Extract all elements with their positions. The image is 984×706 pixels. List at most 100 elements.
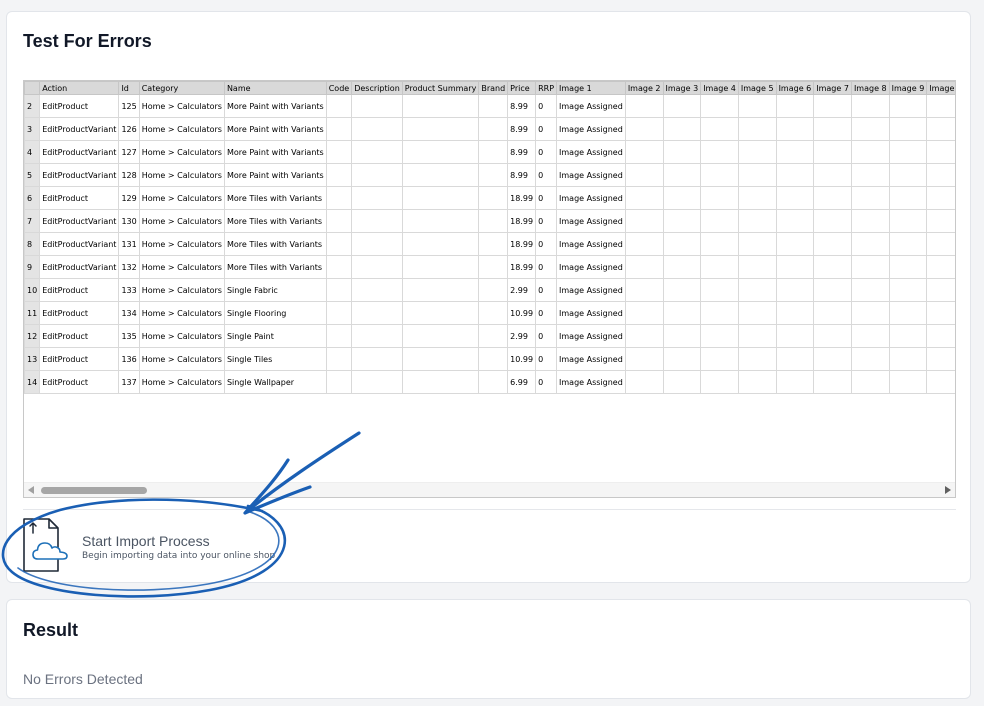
table-cell[interactable]: [478, 324, 509, 348]
table-cell[interactable]: Image Assigned: [556, 324, 626, 348]
table-cell[interactable]: [850, 370, 890, 394]
table-cell[interactable]: Image Assigned: [556, 140, 626, 164]
table-cell[interactable]: [325, 347, 353, 371]
table-cell[interactable]: [700, 347, 739, 371]
table-cell[interactable]: [325, 140, 353, 164]
table-cell[interactable]: [775, 94, 815, 118]
table-cell[interactable]: 0: [535, 140, 558, 164]
table-cell[interactable]: [737, 347, 777, 371]
table-cell[interactable]: [401, 347, 480, 371]
table-cell[interactable]: [813, 94, 852, 118]
table-cell[interactable]: [775, 301, 815, 325]
column-header[interactable]: Image 2: [624, 81, 664, 95]
table-cell[interactable]: [700, 301, 739, 325]
table-cell[interactable]: [737, 94, 777, 118]
table-cell[interactable]: [325, 117, 353, 141]
table-cell[interactable]: Single Paint: [223, 324, 327, 348]
table-cell[interactable]: [926, 186, 955, 210]
table-cell[interactable]: [926, 163, 955, 187]
table-cell[interactable]: [624, 232, 664, 256]
table-cell[interactable]: [401, 117, 480, 141]
table-cell[interactable]: [478, 94, 509, 118]
table-cell[interactable]: Home > Calculators: [138, 209, 225, 233]
column-header[interactable]: Category: [138, 81, 225, 95]
table-cell[interactable]: [401, 278, 480, 302]
table-cell[interactable]: [700, 140, 739, 164]
table-cell[interactable]: [850, 347, 890, 371]
table-cell[interactable]: Image Assigned: [556, 278, 626, 302]
table-cell[interactable]: [888, 94, 928, 118]
table-cell[interactable]: [401, 301, 480, 325]
table-cell[interactable]: [624, 140, 664, 164]
table-cell[interactable]: [737, 255, 777, 279]
column-header[interactable]: Image 7: [813, 81, 852, 95]
table-cell[interactable]: 0: [535, 370, 558, 394]
table-cell[interactable]: [624, 163, 664, 187]
table-cell[interactable]: [700, 186, 739, 210]
table-cell[interactable]: [813, 347, 852, 371]
table-cell[interactable]: [888, 117, 928, 141]
table-cell[interactable]: 0: [535, 347, 558, 371]
table-cell[interactable]: 0: [535, 324, 558, 348]
table-cell[interactable]: [624, 301, 664, 325]
table-cell[interactable]: [775, 324, 815, 348]
table-cell[interactable]: 2.99: [507, 324, 537, 348]
table-cell[interactable]: 8.99: [507, 140, 537, 164]
table-cell[interactable]: Home > Calculators: [138, 186, 225, 210]
table-cell[interactable]: [775, 209, 815, 233]
row-number[interactable]: 6: [24, 186, 41, 210]
table-cell[interactable]: [700, 209, 739, 233]
table-cell[interactable]: [737, 278, 777, 302]
scrollbar-thumb[interactable]: [41, 487, 147, 494]
table-cell[interactable]: [850, 232, 890, 256]
table-cell[interactable]: [401, 209, 480, 233]
table-cell[interactable]: [850, 163, 890, 187]
table-cell[interactable]: Image Assigned: [556, 94, 626, 118]
column-header[interactable]: Image 8: [850, 81, 890, 95]
table-cell[interactable]: [325, 209, 353, 233]
column-header[interactable]: Image 4: [700, 81, 739, 95]
table-cell[interactable]: [662, 301, 702, 325]
row-number[interactable]: 7: [24, 209, 41, 233]
table-cell[interactable]: [624, 209, 664, 233]
table-cell[interactable]: More Paint with Variants: [223, 94, 327, 118]
table-cell[interactable]: 18.99: [507, 186, 537, 210]
table-cell[interactable]: EditProduct: [39, 324, 120, 348]
table-cell[interactable]: 8.99: [507, 163, 537, 187]
table-cell[interactable]: [401, 94, 480, 118]
table-cell[interactable]: [737, 209, 777, 233]
table-cell[interactable]: Home > Calculators: [138, 324, 225, 348]
table-cell[interactable]: [351, 117, 403, 141]
table-cell[interactable]: EditProduct: [39, 94, 120, 118]
table-cell[interactable]: 18.99: [507, 255, 537, 279]
row-number[interactable]: 9: [24, 255, 41, 279]
table-cell[interactable]: 137: [118, 370, 140, 394]
table-cell[interactable]: [775, 278, 815, 302]
table-cell[interactable]: 0: [535, 255, 558, 279]
table-cell[interactable]: [624, 370, 664, 394]
spreadsheet-grid[interactable]: Action Id Category Name Code Description Produ…: [23, 80, 956, 498]
table-cell[interactable]: [700, 278, 739, 302]
table-cell[interactable]: [813, 255, 852, 279]
table-cell[interactable]: [351, 370, 403, 394]
row-number[interactable]: 8: [24, 232, 41, 256]
table-cell[interactable]: [775, 347, 815, 371]
table-cell[interactable]: [624, 278, 664, 302]
table-cell[interactable]: [624, 255, 664, 279]
table-cell[interactable]: 126: [118, 117, 140, 141]
table-cell[interactable]: Home > Calculators: [138, 94, 225, 118]
table-cell[interactable]: [325, 278, 353, 302]
table-cell[interactable]: [624, 94, 664, 118]
table-cell[interactable]: [662, 370, 702, 394]
table-cell[interactable]: [351, 301, 403, 325]
table-cell[interactable]: [401, 163, 480, 187]
table-cell[interactable]: [850, 209, 890, 233]
table-cell[interactable]: Image Assigned: [556, 347, 626, 371]
table-cell[interactable]: [775, 117, 815, 141]
table-cell[interactable]: 2.99: [507, 278, 537, 302]
table-cell[interactable]: [401, 370, 480, 394]
table-cell[interactable]: [813, 370, 852, 394]
table-cell[interactable]: [737, 140, 777, 164]
table-cell[interactable]: [662, 94, 702, 118]
table-cell[interactable]: [325, 186, 353, 210]
